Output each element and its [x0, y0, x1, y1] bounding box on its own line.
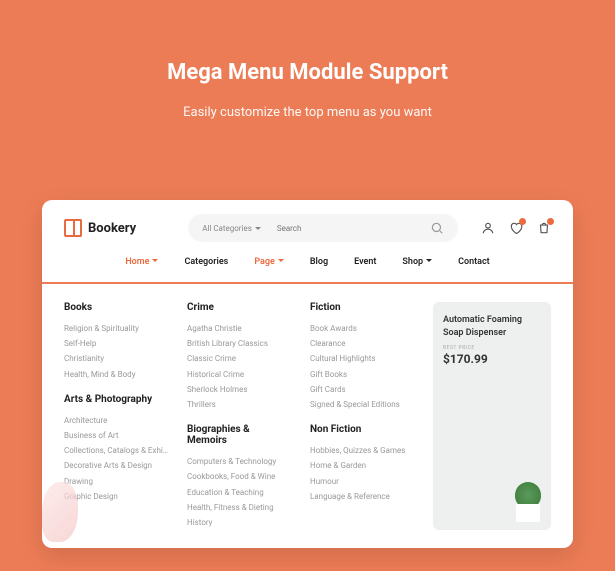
page-subtitle: Easily customize the top menu as you wan…	[0, 105, 615, 120]
mega-link[interactable]: Hobbies, Quizzes & Games	[310, 443, 415, 458]
nav-label: Shop	[402, 257, 423, 267]
mega-link[interactable]: Business of Art	[64, 428, 169, 443]
mega-list: Religion & Spirituality Self-Help Christ…	[64, 321, 169, 382]
mega-link[interactable]: Book Awards	[310, 321, 415, 336]
topbar: Bookery All Categories	[42, 200, 573, 256]
logo-text: Bookery	[88, 221, 136, 236]
mega-heading: Crime	[187, 302, 292, 313]
mega-list: Hobbies, Quizzes & Games Home & Garden H…	[310, 443, 415, 504]
chevron-down-icon	[152, 256, 158, 268]
mega-link[interactable]: Computers & Technology	[187, 454, 292, 469]
user-icon[interactable]	[481, 221, 495, 235]
mega-link[interactable]: Cookbooks, Food & Wine	[187, 469, 292, 484]
wishlist-icon[interactable]	[509, 221, 523, 235]
mega-link[interactable]: Language & Reference	[310, 489, 415, 504]
header-actions	[481, 221, 551, 235]
chevron-down-icon	[278, 256, 284, 268]
mega-link[interactable]: Health, Fitness & Dieting	[187, 500, 292, 515]
mega-link[interactable]: Christianity	[64, 351, 169, 366]
mega-link[interactable]: Gift Books	[310, 367, 415, 382]
nav-label: Page	[254, 257, 275, 267]
nav-blog[interactable]: Blog	[310, 256, 328, 268]
cart-icon[interactable]	[537, 221, 551, 235]
mega-heading: Non Fiction	[310, 424, 415, 435]
nav-categories[interactable]: Categories	[184, 256, 228, 268]
nav-event[interactable]: Event	[354, 256, 376, 268]
main-nav: Home Categories Page Blog Event Shop Con…	[42, 256, 573, 284]
nav-label: Event	[354, 257, 376, 267]
cart-badge	[547, 218, 554, 225]
nav-label: Home	[125, 257, 149, 267]
mega-list: Computers & Technology Cookbooks, Food &…	[187, 454, 292, 530]
mega-link[interactable]: Agatha Christie	[187, 321, 292, 336]
mega-list: Architecture Business of Art Collections…	[64, 413, 169, 504]
mega-link[interactable]: History	[187, 515, 292, 530]
category-dropdown[interactable]: All Categories	[202, 224, 269, 233]
mega-link[interactable]: Gift Cards	[310, 382, 415, 397]
mega-link[interactable]: Classic Crime	[187, 351, 292, 366]
promo-label: BEST PRICE	[443, 345, 541, 351]
plant-image	[513, 478, 543, 522]
mega-link[interactable]: Religion & Spirituality	[64, 321, 169, 336]
mega-link[interactable]: Clearance	[310, 336, 415, 351]
search-input[interactable]	[277, 224, 430, 233]
mega-link[interactable]: Collections, Catalogs & Exhibitions	[64, 443, 169, 458]
mega-link[interactable]: Health, Mind & Body	[64, 367, 169, 382]
mega-heading: Biographies & Memoirs	[187, 424, 292, 446]
logo[interactable]: Bookery	[64, 219, 136, 237]
nav-contact[interactable]: Contact	[458, 256, 490, 268]
page-title: Mega Menu Module Support	[0, 60, 615, 85]
mega-link[interactable]: Sherlock Holmes	[187, 382, 292, 397]
mega-menu: Books Religion & Spirituality Self-Help …	[42, 284, 573, 548]
mega-link[interactable]: Drawing	[64, 474, 169, 489]
nav-shop[interactable]: Shop	[402, 256, 432, 268]
mega-col-2: Crime Agatha Christie British Library Cl…	[187, 302, 292, 530]
mega-link[interactable]: Thrillers	[187, 397, 292, 412]
mega-link[interactable]: Historical Crime	[187, 367, 292, 382]
mega-heading: Arts & Photography	[64, 394, 169, 405]
mega-heading: Books	[64, 302, 169, 313]
mega-list: Agatha Christie British Library Classics…	[187, 321, 292, 412]
mega-col-3: Fiction Book Awards Clearance Cultural H…	[310, 302, 415, 530]
chevron-down-icon	[426, 256, 432, 268]
mega-link[interactable]: Self-Help	[64, 336, 169, 351]
decorative-blob	[42, 482, 78, 542]
mega-col-1: Books Religion & Spirituality Self-Help …	[64, 302, 169, 530]
wishlist-badge	[519, 218, 526, 225]
mega-link[interactable]: Graphic Design	[64, 489, 169, 504]
promo-price: $170.99	[443, 352, 541, 366]
search-icon[interactable]	[430, 221, 444, 235]
mega-link[interactable]: Home & Garden	[310, 458, 415, 473]
search-bar[interactable]: All Categories	[188, 214, 458, 242]
mega-link[interactable]: Architecture	[64, 413, 169, 428]
mega-link[interactable]: Signed & Special Editions	[310, 397, 415, 412]
mega-link[interactable]: Cultural Highlights	[310, 351, 415, 366]
mega-link[interactable]: Education & Teaching	[187, 485, 292, 500]
promo-title: Automatic Foaming Soap Dispenser	[443, 314, 541, 339]
book-icon	[64, 219, 82, 237]
nav-label: Categories	[184, 257, 228, 267]
nav-label: Blog	[310, 257, 328, 267]
mega-link[interactable]: Decorative Arts & Design	[64, 458, 169, 473]
mega-heading: Fiction	[310, 302, 415, 313]
mega-link[interactable]: British Library Classics	[187, 336, 292, 351]
mega-list: Book Awards Clearance Cultural Highlight…	[310, 321, 415, 412]
mega-link[interactable]: Humour	[310, 474, 415, 489]
nav-page[interactable]: Page	[254, 256, 284, 268]
nav-label: Contact	[458, 257, 490, 267]
menu-preview-card: Bookery All Categories Home Categories P…	[42, 200, 573, 548]
nav-home[interactable]: Home	[125, 256, 158, 268]
promo-card[interactable]: Automatic Foaming Soap Dispenser BEST PR…	[433, 302, 551, 530]
